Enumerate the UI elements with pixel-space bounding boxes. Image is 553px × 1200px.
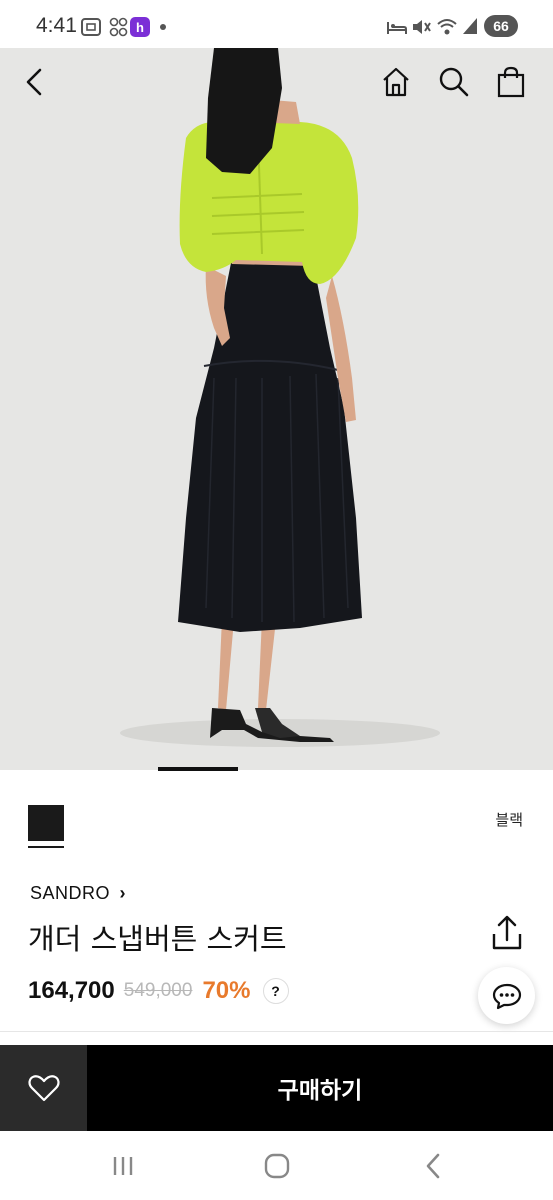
dot-icon	[160, 24, 166, 30]
search-button[interactable]	[436, 62, 472, 102]
brand-name: SANDRO	[30, 883, 111, 903]
price-help-button[interactable]: ?	[262, 978, 289, 1004]
brand-link[interactable]: SANDRO ›	[30, 883, 126, 904]
shopping-bag-icon	[497, 66, 525, 98]
system-navigation-bar	[0, 1131, 553, 1200]
brand-chevron: ›	[119, 883, 127, 903]
share-button[interactable]	[488, 914, 526, 954]
recents-icon	[113, 1157, 133, 1175]
status-time: 4:41	[36, 14, 77, 37]
system-home-button[interactable]	[257, 1151, 297, 1181]
buy-button[interactable]: 구매하기	[87, 1045, 553, 1131]
screenshot-icon	[81, 18, 101, 36]
search-icon	[439, 67, 469, 97]
chat-button[interactable]	[478, 967, 535, 1024]
product-photo-illustration	[0, 48, 553, 770]
discount-rate: 70%	[202, 977, 251, 1004]
wishlist-button[interactable]	[0, 1045, 87, 1131]
battery-indicator: 66	[484, 15, 518, 37]
product-name: 개더 스냅버튼 스커트	[28, 922, 287, 956]
divider	[0, 1031, 553, 1032]
status-bar: 4:41 h 66	[0, 0, 553, 52]
svg-text:h: h	[136, 20, 144, 35]
signal-icon	[463, 18, 477, 34]
chevron-left-icon	[26, 68, 42, 96]
back-button[interactable]	[16, 62, 52, 102]
mute-icon	[413, 20, 431, 34]
purchase-bar: 구매하기	[0, 1045, 553, 1131]
system-back-button[interactable]	[413, 1151, 453, 1181]
recents-button[interactable]	[103, 1151, 143, 1181]
cart-button[interactable]	[493, 62, 529, 102]
home-button[interactable]	[378, 62, 414, 102]
price-row: 164,700 549,000 70% ?	[28, 977, 289, 1005]
sale-price: 164,700	[28, 977, 115, 1004]
share-icon	[492, 915, 522, 950]
carousel-indicator	[158, 767, 238, 771]
original-price: 549,000	[123, 980, 193, 1001]
color-swatch-black[interactable]	[28, 805, 64, 841]
heart-icon	[27, 1075, 60, 1102]
bed-icon	[387, 22, 407, 34]
selected-color-name: 블랙	[495, 811, 523, 829]
swatch-selected-underline	[28, 846, 64, 848]
product-image[interactable]	[0, 48, 553, 770]
back-icon	[426, 1153, 440, 1179]
home-icon	[383, 67, 409, 97]
app-notification-icon: h	[130, 17, 150, 37]
chat-icon	[492, 983, 521, 1009]
home-circle-icon	[264, 1153, 290, 1179]
wifi-icon	[437, 19, 457, 35]
qr-icon	[109, 17, 128, 37]
